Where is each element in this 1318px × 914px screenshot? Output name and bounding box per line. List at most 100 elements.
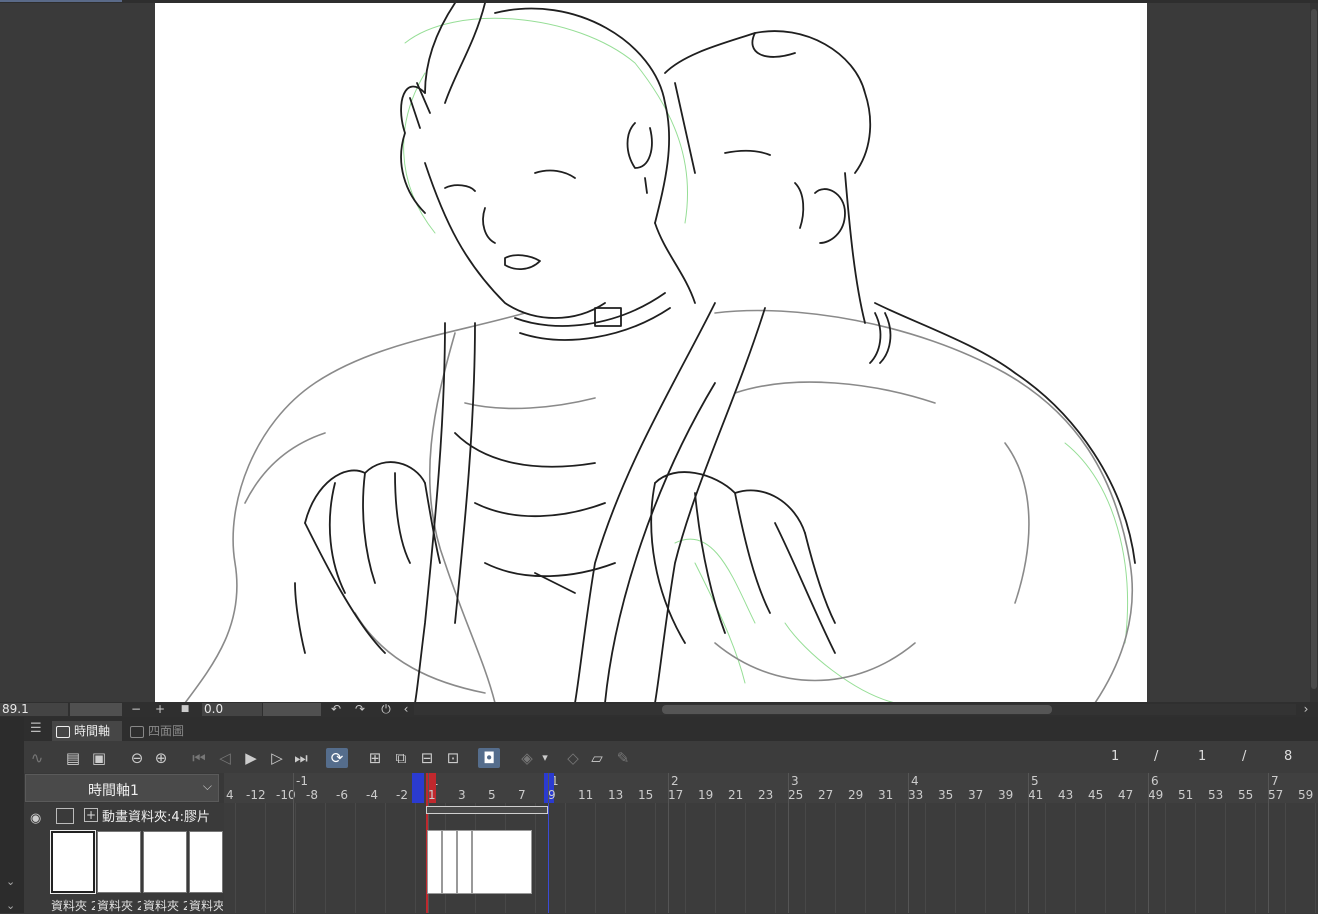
- canvas-horizontal-scrollbar[interactable]: [414, 704, 1296, 715]
- frame-tick-label: 13: [608, 788, 624, 802]
- scroll-right-button[interactable]: ›: [1298, 702, 1314, 717]
- frame-grid-line: [1225, 803, 1226, 913]
- cel-frame[interactable]: [457, 830, 472, 894]
- frame-tick-label: 47: [1118, 788, 1134, 802]
- rotate-right-button[interactable]: ↷: [352, 702, 368, 717]
- zoom-out-icon[interactable]: ⊖: [126, 748, 148, 768]
- zoom-slider[interactable]: [70, 703, 122, 716]
- range-start-marker[interactable]: [412, 773, 424, 803]
- frame-grid-line: [805, 803, 806, 913]
- layer-row[interactable]: ◉ + 動畫資料夾:4:膠片 資料夾 2 資料夾 2 資料夾 2 資料夾: [24, 803, 224, 913]
- frame-grid-line: [1045, 803, 1046, 913]
- add-cel-icon[interactable]: ⊞: [364, 748, 386, 768]
- light-table-icon[interactable]: ◇: [562, 748, 584, 768]
- vertical-scroll-thumb[interactable]: [1311, 9, 1317, 689]
- fit-to-window-button[interactable]: ■: [177, 702, 193, 717]
- frame-grid-line: [1195, 803, 1196, 913]
- second-divider: [1148, 773, 1149, 913]
- new-animation-folder-icon[interactable]: ▤: [62, 748, 84, 768]
- frame-grid-line: [1255, 803, 1256, 913]
- rotation-slider[interactable]: [263, 703, 321, 716]
- second-label: 4: [911, 774, 919, 788]
- second-divider: [1028, 773, 1029, 913]
- frame-track-area[interactable]: -1112345674-12-10-8-6-4-2135791113151719…: [224, 773, 1318, 913]
- eye-icon[interactable]: ◉: [30, 811, 41, 826]
- chevron-down-icon[interactable]: ⌄: [6, 899, 15, 912]
- tab-timeline[interactable]: 時間軸: [52, 721, 122, 741]
- frame-tick-label: 49: [1148, 788, 1164, 802]
- frame-tick-label: 23: [758, 788, 774, 802]
- frame-tick-label: 19: [698, 788, 714, 802]
- dropdown-icon[interactable]: ▾: [538, 748, 552, 768]
- prev-frame-icon[interactable]: ◁: [214, 748, 236, 768]
- canvas-vertical-scrollbar[interactable]: [1310, 3, 1318, 703]
- second-label: 5: [1031, 774, 1039, 788]
- expand-folder-button[interactable]: +: [84, 808, 98, 822]
- rotate-left-button[interactable]: ↶: [328, 702, 344, 717]
- frame-grid-line: [1315, 803, 1316, 913]
- cel-frame[interactable]: [427, 830, 442, 894]
- frame-tick-label: 15: [638, 788, 654, 802]
- cel-thumbnail[interactable]: [97, 831, 141, 893]
- pen-icon[interactable]: ✎: [612, 748, 634, 768]
- timeline-selector[interactable]: 時間軸1 ⌵: [25, 774, 219, 802]
- next-frame-icon[interactable]: ▷: [266, 748, 288, 768]
- second-label: 6: [1151, 774, 1159, 788]
- curve-icon[interactable]: ∿: [26, 748, 48, 768]
- frame-grid-line: [1015, 803, 1016, 913]
- rotation-angle-field[interactable]: 0.0: [202, 703, 262, 716]
- sketch-artwork: [184, 3, 1136, 703]
- scroll-left-button[interactable]: ‹: [398, 702, 414, 717]
- delete-cel-icon[interactable]: ⊟: [416, 748, 438, 768]
- frame-grid-line: [745, 803, 746, 913]
- canvas-area[interactable]: [0, 3, 1318, 703]
- separator: /: [1154, 749, 1159, 764]
- new-cel-icon[interactable]: ▣: [88, 748, 110, 768]
- second-divider: [668, 773, 669, 913]
- duplicate-cel-icon[interactable]: ⧉: [390, 748, 412, 768]
- cel-options-icon[interactable]: ⊡: [442, 748, 464, 768]
- cel-thumbnail[interactable]: [189, 831, 223, 893]
- zoom-out-button[interactable]: −: [128, 702, 144, 717]
- frame-tick-label: 59: [1298, 788, 1314, 802]
- loop-icon[interactable]: ⟳: [326, 748, 348, 768]
- zoom-in-icon[interactable]: ⊕: [150, 748, 172, 768]
- second-divider: [293, 773, 294, 913]
- zoom-level-field[interactable]: 89.1: [0, 703, 68, 716]
- frame-tick-label: 31: [878, 788, 894, 802]
- frame-grid-line: [535, 803, 536, 913]
- frame-tick-label: -6: [336, 788, 348, 802]
- drawing-canvas[interactable]: [155, 3, 1147, 703]
- canvas-tab-indicator[interactable]: [0, 0, 122, 2]
- edit-cel-icon[interactable]: ▱: [586, 748, 608, 768]
- chevron-down-icon: ⌵: [202, 779, 212, 793]
- cel-thumbnail[interactable]: [50, 830, 96, 894]
- play-icon[interactable]: ▶: [240, 748, 262, 768]
- chevron-down-icon[interactable]: ⌄: [6, 875, 15, 888]
- cel-caption: 資料夾 2: [97, 899, 141, 913]
- frame-grid-line: [775, 803, 776, 913]
- layer-name: 動畫資料夾:4:膠片: [102, 810, 211, 825]
- horizontal-scroll-thumb[interactable]: [662, 705, 1052, 714]
- frame-tick-label: 33: [908, 788, 924, 802]
- frame-grid-line: [655, 803, 656, 913]
- panel-menu-icon[interactable]: ☰: [30, 721, 42, 736]
- onion-skin-icon[interactable]: ◘: [478, 748, 500, 768]
- frame-ruler[interactable]: -1112345674-12-10-8-6-4-2135791113151719…: [224, 773, 1318, 803]
- zoom-in-button[interactable]: +: [152, 702, 168, 717]
- cel-span-bar[interactable]: [426, 806, 548, 814]
- cel-thumbnail[interactable]: [143, 831, 187, 893]
- reset-rotation-button[interactable]: ⏻: [378, 702, 394, 717]
- frame-grid-line: [985, 803, 986, 913]
- cel-frame[interactable]: [442, 830, 457, 894]
- cel-frame[interactable]: [472, 830, 532, 894]
- frame-grid[interactable]: [224, 803, 1318, 913]
- frame-tick-label: 45: [1088, 788, 1104, 802]
- go-first-icon[interactable]: ⏮: [188, 748, 210, 768]
- tab-four-view[interactable]: 四面圖: [126, 721, 202, 741]
- second-divider: [908, 773, 909, 913]
- frame-tick-label: 11: [578, 788, 594, 802]
- second-label: 2: [671, 774, 679, 788]
- go-last-icon[interactable]: ⏭: [290, 748, 312, 768]
- camera-work-icon[interactable]: ◈: [516, 748, 538, 768]
